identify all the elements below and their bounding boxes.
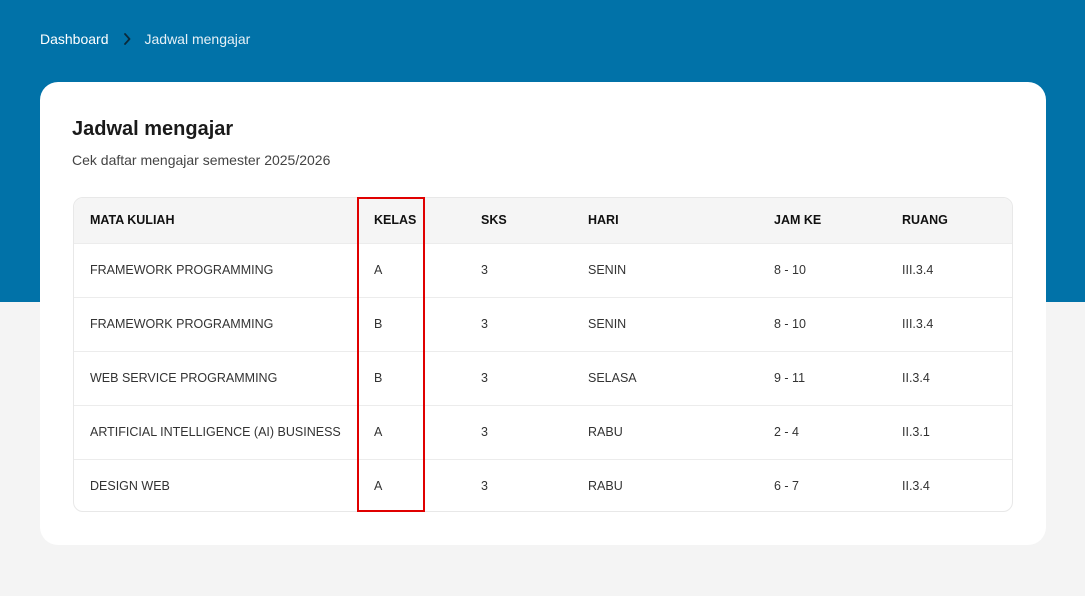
cell-hari: RABU	[588, 479, 623, 494]
cell-sks: 3	[481, 425, 488, 439]
schedule-table-container: MATA KULIAH KELAS SKS HARI JAM KE RUANG …	[73, 197, 1013, 512]
cell-jam-ke: 8 - 10	[774, 317, 806, 331]
cell-mata-kuliah: WEB SERVICE PROGRAMMING	[90, 371, 278, 385]
cell-jam-ke: 2 - 4	[774, 425, 800, 439]
chevron-right-icon	[109, 33, 145, 45]
cell-hari: SELASA	[588, 371, 637, 385]
cell-mata-kuliah: ARTIFICIAL INTELLIGENCE (AI) BUSINESS	[90, 425, 341, 439]
table-row: WEB SERVICE PROGRAMMING B 3 SELASA 9 - 1…	[74, 351, 1012, 405]
schedule-card: Jadwal mengajar Cek daftar mengajar seme…	[40, 82, 1046, 545]
header-jam-ke: JAM KE	[774, 213, 822, 228]
cell-mata-kuliah: FRAMEWORK PROGRAMMING	[90, 317, 274, 331]
cell-hari: SENIN	[588, 317, 627, 331]
page-title: Jadwal mengajar	[72, 118, 234, 140]
cell-ruang: III.3.4	[902, 317, 934, 331]
cell-jam-ke: 9 - 11	[774, 371, 806, 385]
cell-ruang: II.3.4	[902, 479, 930, 494]
table-row: DESIGN WEB A 3 RABU 6 - 7 II.3.4	[74, 459, 1012, 511]
cell-kelas: B	[374, 317, 383, 331]
cell-ruang: II.3.4	[902, 371, 930, 385]
header-ruang: RUANG	[902, 213, 948, 228]
cell-kelas: B	[374, 371, 383, 385]
page-subtitle: Cek daftar mengajar semester 2025/2026	[72, 152, 331, 168]
header-hari: HARI	[588, 213, 619, 228]
cell-mata-kuliah: DESIGN WEB	[90, 479, 170, 494]
breadcrumb-dashboard-link[interactable]: Dashboard	[40, 31, 109, 47]
table-row: ARTIFICIAL INTELLIGENCE (AI) BUSINESS A …	[74, 405, 1012, 459]
header-sks: SKS	[481, 213, 507, 228]
cell-kelas: A	[374, 425, 383, 439]
cell-kelas: A	[374, 479, 383, 494]
cell-jam-ke: 8 - 10	[774, 263, 806, 277]
cell-sks: 3	[481, 317, 488, 331]
breadcrumb: Dashboard Jadwal mengajar	[40, 30, 250, 48]
table-header-row: MATA KULIAH KELAS SKS HARI JAM KE RUANG	[74, 198, 1012, 243]
breadcrumb-current: Jadwal mengajar	[144, 31, 251, 47]
cell-kelas: A	[374, 263, 383, 277]
cell-ruang: III.3.4	[902, 263, 934, 277]
table-row: FRAMEWORK PROGRAMMING A 3 SENIN 8 - 10 I…	[74, 243, 1012, 297]
schedule-table: MATA KULIAH KELAS SKS HARI JAM KE RUANG …	[74, 198, 1012, 511]
cell-sks: 3	[481, 479, 488, 494]
header-mata-kuliah: MATA KULIAH	[90, 213, 175, 228]
header-kelas: KELAS	[374, 213, 417, 228]
table-row: FRAMEWORK PROGRAMMING B 3 SENIN 8 - 10 I…	[74, 297, 1012, 351]
cell-ruang: II.3.1	[902, 425, 930, 439]
cell-sks: 3	[481, 371, 488, 385]
cell-sks: 3	[481, 263, 488, 277]
cell-hari: RABU	[588, 425, 623, 439]
cell-jam-ke: 6 - 7	[774, 479, 800, 494]
cell-hari: SENIN	[588, 263, 627, 277]
cell-mata-kuliah: FRAMEWORK PROGRAMMING	[90, 263, 274, 277]
